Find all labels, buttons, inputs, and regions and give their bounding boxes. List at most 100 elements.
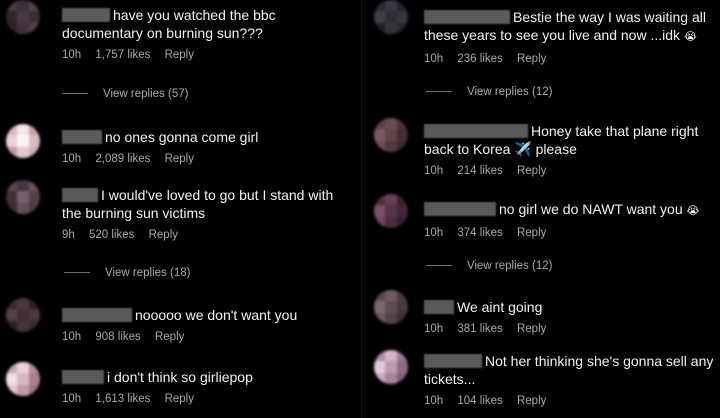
- avatar[interactable]: [6, 298, 40, 332]
- avatar-pixel: [397, 129, 408, 141]
- avatar-pixel: [29, 203, 40, 214]
- comment-likes[interactable]: 381 likes: [457, 323, 502, 335]
- view-replies-button[interactable]: View replies (12): [426, 260, 552, 272]
- avatar-pixel: [6, 11, 17, 23]
- reply-button[interactable]: Reply: [165, 153, 194, 165]
- avatar-pixel: [29, 135, 40, 147]
- avatar-pixel: [6, 147, 17, 158]
- avatar-pixel: [17, 11, 29, 23]
- avatar-pixel: [17, 191, 29, 203]
- avatar-pixel: [385, 11, 397, 23]
- avatar[interactable]: [374, 290, 408, 324]
- avatar-pixel: [29, 385, 40, 396]
- avatar-pixel: [397, 373, 408, 384]
- comment-likes[interactable]: 520 likes: [89, 229, 134, 241]
- avatar-pixel: [29, 309, 40, 321]
- replies-line: [426, 91, 452, 93]
- avatar-pixel: [29, 0, 40, 11]
- view-replies-button[interactable]: View replies (12): [426, 86, 552, 98]
- avatar-pixel: [385, 290, 397, 301]
- avatar-pixel: [374, 373, 385, 384]
- comment-likes[interactable]: 908 likes: [95, 331, 140, 343]
- reply-button[interactable]: Reply: [165, 49, 194, 61]
- avatar-pixel: [29, 180, 40, 191]
- avatar-pixel: [374, 23, 385, 34]
- comment-likes[interactable]: 214 likes: [457, 165, 502, 177]
- avatar-pixel: [29, 147, 40, 158]
- avatar-pixel: [17, 23, 29, 34]
- avatar[interactable]: [374, 118, 408, 152]
- avatar[interactable]: [6, 124, 40, 158]
- avatar-pixel: [397, 350, 408, 361]
- comment-time: 10h: [62, 393, 82, 405]
- avatar-pixel: [374, 194, 385, 205]
- comment-time: 10h: [424, 323, 444, 335]
- view-replies-button[interactable]: View replies (57): [62, 88, 188, 100]
- view-replies-button[interactable]: View replies (18): [64, 267, 190, 279]
- comment-likes[interactable]: 236 likes: [457, 53, 502, 65]
- comment-time: 9h: [62, 229, 75, 241]
- avatar-pixel: [374, 118, 385, 129]
- username-blurred[interactable]: [62, 8, 110, 22]
- comment-text: i don't think so girliepop: [62, 368, 352, 386]
- comment-likes[interactable]: 1,613 likes: [95, 393, 150, 405]
- avatar-pixel: [397, 194, 408, 205]
- avatar[interactable]: [374, 350, 408, 384]
- avatar-pixel: [6, 191, 17, 203]
- reply-button[interactable]: Reply: [165, 393, 194, 405]
- username-blurred[interactable]: [424, 354, 482, 368]
- username-blurred[interactable]: [62, 188, 98, 202]
- avatar-pixel: [397, 23, 408, 34]
- avatar-pixel: [29, 373, 40, 385]
- comment-likes[interactable]: 1,757 likes: [95, 49, 150, 61]
- comment-likes[interactable]: 2,089 likes: [95, 153, 150, 165]
- avatar-pixel: [29, 298, 40, 309]
- comment-time: 10h: [424, 395, 444, 407]
- username-blurred[interactable]: [62, 370, 104, 384]
- avatar-pixel: [29, 23, 40, 34]
- reply-button[interactable]: Reply: [517, 227, 546, 239]
- avatar-pixel: [17, 0, 29, 11]
- username-blurred[interactable]: [424, 124, 528, 138]
- avatar-pixel: [385, 194, 397, 205]
- comment-text: have you watched the bbc documentary on …: [62, 7, 276, 41]
- avatar[interactable]: [374, 194, 408, 228]
- crying-emoji-icon: 😭: [686, 205, 700, 217]
- comment-likes[interactable]: 104 likes: [457, 395, 502, 407]
- username-blurred[interactable]: [62, 308, 132, 322]
- left-comment-column: have you watched the bbc documentary on …: [0, 0, 362, 418]
- reply-button[interactable]: Reply: [517, 395, 546, 407]
- comment-meta: 10h 104 likes Reply: [424, 395, 714, 407]
- comment-text: no girl we do NAWT want you 😭: [424, 200, 714, 220]
- avatar-pixel: [29, 362, 40, 373]
- reply-button[interactable]: Reply: [155, 331, 184, 343]
- reply-button[interactable]: Reply: [517, 323, 546, 335]
- comment-text: I would've loved to go but I stand with …: [62, 187, 334, 221]
- username-blurred[interactable]: [424, 202, 496, 216]
- username-blurred[interactable]: [424, 10, 510, 24]
- avatar-pixel: [374, 205, 385, 217]
- avatar[interactable]: [374, 0, 408, 34]
- avatar[interactable]: [6, 0, 40, 34]
- avatar-pixel: [29, 321, 40, 332]
- avatar[interactable]: [6, 180, 40, 214]
- reply-button[interactable]: Reply: [517, 53, 546, 65]
- comment-likes[interactable]: 374 likes: [457, 227, 502, 239]
- avatar-pixel: [374, 350, 385, 361]
- avatar-pixel: [6, 385, 17, 396]
- reply-button[interactable]: Reply: [149, 229, 178, 241]
- avatar-pixel: [17, 321, 29, 332]
- comment-time: 10h: [424, 165, 444, 177]
- comment-meta: 10h 1,613 likes Reply: [62, 393, 352, 405]
- username-blurred[interactable]: [424, 300, 454, 314]
- avatar-pixel: [6, 180, 17, 191]
- username-blurred[interactable]: [62, 130, 102, 144]
- avatar-pixel: [397, 141, 408, 152]
- comment-time: 10h: [62, 49, 82, 61]
- avatar-pixel: [374, 0, 385, 11]
- avatar-pixel: [374, 290, 385, 301]
- avatar-pixel: [29, 11, 40, 23]
- avatar[interactable]: [6, 362, 40, 396]
- reply-button[interactable]: Reply: [517, 165, 546, 177]
- avatar-pixel: [17, 298, 29, 309]
